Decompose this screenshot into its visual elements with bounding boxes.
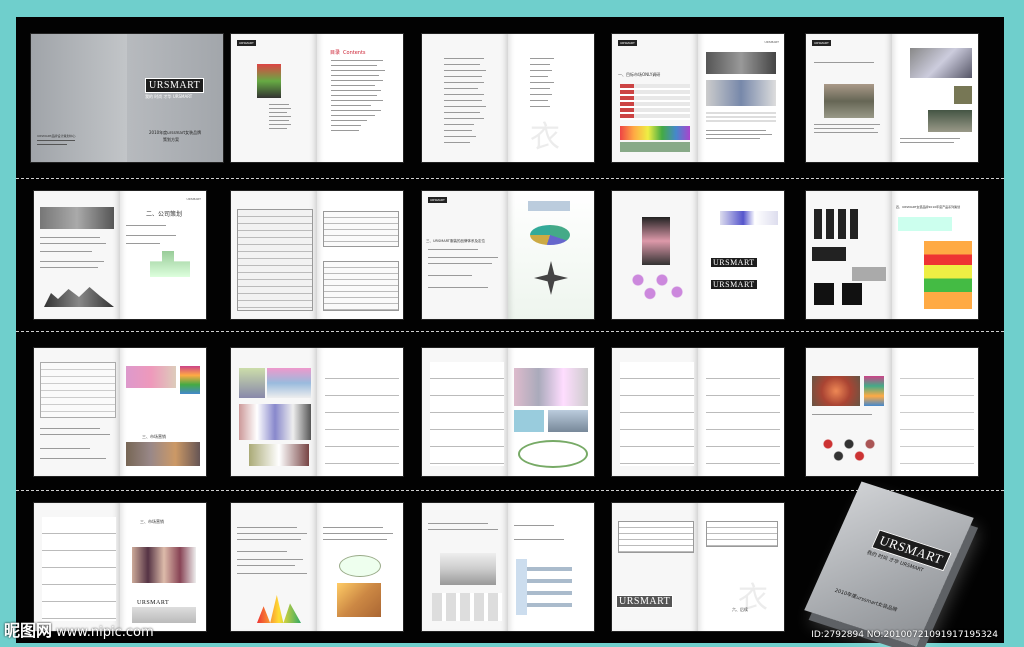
- toc-title-en: Contents: [343, 50, 366, 56]
- section-title: 一、目标市场ONLY调研: [618, 72, 661, 77]
- spread-marketing: [231, 503, 403, 631]
- box-cover-title: 2010年度urssmart女装品牌: [833, 587, 898, 614]
- page: 三、市场营销: [120, 348, 206, 476]
- spread-toc-2: 衣: [422, 34, 594, 162]
- spread-sketches-2: [612, 348, 784, 476]
- row-separator: [16, 178, 1004, 179]
- page: [508, 191, 594, 319]
- spread-toc: URSMART 目录 Contents: [231, 34, 403, 162]
- section-title: 三、市场营销: [142, 434, 166, 439]
- spread-brand-system: URSMART 三、URSMART服装的品牌体系及定位: [422, 191, 594, 319]
- page: [698, 348, 784, 476]
- spread-packaging: 四、URSMART女装品牌2010年度产品系列策划: [806, 191, 978, 319]
- spread-models: 三、市场营销 URSMART: [34, 503, 206, 631]
- toc-title-text: 目录: [330, 50, 341, 56]
- brand-logo: URSMART: [145, 78, 205, 93]
- spread-section-six: URSMART 衣 六、后续: [612, 503, 784, 631]
- watermark-brand: 昵图网: [4, 621, 53, 640]
- page: [317, 348, 403, 476]
- page: [806, 348, 892, 476]
- brand-logo-sample: URSMART: [134, 599, 173, 607]
- page: [34, 348, 120, 476]
- cover-back: URSMART品牌设计策划中心: [31, 34, 127, 162]
- spread-market-photos: URSMART: [806, 34, 978, 162]
- page: [317, 503, 403, 631]
- section-title: 三、市场营销: [140, 519, 164, 524]
- image-id: ID:2792894 NO:20100721091917195324: [811, 630, 998, 640]
- spread-section-one: URSMART 一、目标市场ONLY调研 URSMART: [612, 34, 784, 162]
- page: [612, 348, 698, 476]
- page: URSMART: [698, 34, 784, 162]
- watermark-url: www.nipic.com: [56, 625, 154, 640]
- spread-sketches: [422, 348, 594, 476]
- section-title: 三、URSMART服装的品牌体系及定位: [426, 239, 485, 243]
- cover-front: URSMART 我的 时尚 才华 URSMART 2010年度urssmart女…: [127, 34, 223, 162]
- cover-credits: URSMART品牌设计策划中心: [37, 134, 76, 138]
- page: [422, 503, 508, 631]
- section-title: 六、后续: [732, 607, 748, 612]
- cover-title: 2010年度urssmart女装品牌: [149, 130, 202, 135]
- spread-company: URSMART 二、公司策划: [34, 191, 206, 319]
- page: 衣: [508, 34, 594, 162]
- page: [806, 191, 892, 319]
- page: 三、市场营销 URSMART: [120, 503, 206, 631]
- section-title: 四、URSMART女装品牌2010年度产品系列策划: [896, 205, 961, 209]
- spread-logo-design: URSMART URSMART: [612, 191, 784, 319]
- page: 衣 六、后续: [698, 503, 784, 631]
- page: [317, 191, 403, 319]
- row-separator: [16, 331, 1004, 332]
- spread-store: [422, 503, 594, 631]
- page: [422, 348, 508, 476]
- toc-title: 目录 Contents: [327, 48, 366, 56]
- page: URSMART: [231, 34, 317, 162]
- spread-accessories: [806, 348, 978, 476]
- page: [508, 503, 594, 631]
- page: [508, 348, 594, 476]
- page: URSMART URSMART: [698, 191, 784, 319]
- page: 目录 Contents: [317, 34, 403, 162]
- cover-subtitle: 策划方案: [163, 137, 179, 142]
- row-separator: [16, 490, 1004, 491]
- page: [892, 348, 978, 476]
- page: [34, 503, 120, 631]
- brand-slogan: 我的 时尚 才华 URSMART: [145, 94, 193, 99]
- section-title: 二、公司策划: [146, 211, 183, 218]
- page: [231, 348, 317, 476]
- page: [892, 34, 978, 162]
- spread-cover: URSMART品牌设计策划中心 URSMART 我的 时尚 才华 URSMART…: [31, 34, 223, 162]
- page: URSMART: [806, 34, 892, 162]
- page: [612, 191, 698, 319]
- brand-logo-sample: URSMART: [710, 279, 758, 290]
- page: [34, 191, 120, 319]
- page: [422, 34, 508, 162]
- spread-tables: [231, 191, 403, 319]
- page: URSMART: [612, 503, 698, 631]
- page: URSMART 二、公司策划: [120, 191, 206, 319]
- spread-styles: [231, 348, 403, 476]
- brand-logo-sample: URSMART: [710, 257, 758, 268]
- spread-products: 三、市场营销: [34, 348, 206, 476]
- page: [231, 191, 317, 319]
- page: 四、URSMART女装品牌2010年度产品系列策划: [892, 191, 978, 319]
- page: URSMART 一、目标市场ONLY调研: [612, 34, 698, 162]
- page: [231, 503, 317, 631]
- decor-glyph: 衣: [530, 120, 560, 155]
- page: URSMART 三、URSMART服装的品牌体系及定位: [422, 191, 508, 319]
- brand-logo-sample: URSMART: [616, 595, 674, 608]
- watermark: 昵图网 www.nipic.com: [4, 617, 154, 641]
